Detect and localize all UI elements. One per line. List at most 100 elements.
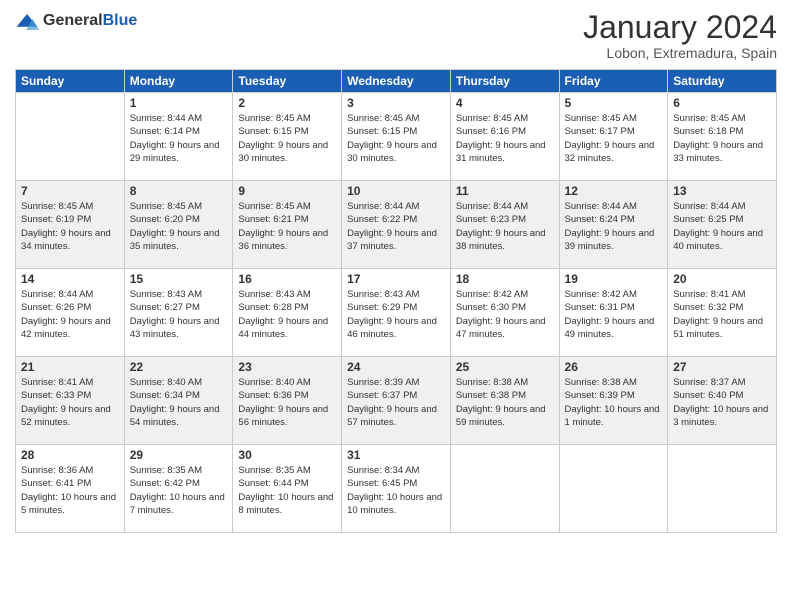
day-number: 30 [238, 448, 336, 462]
day-number: 5 [565, 96, 663, 110]
sunrise-text: Sunrise: 8:45 AM [347, 112, 445, 125]
page-container: GeneralBlue January 2024 Lobon, Extremad… [0, 0, 792, 612]
day-number: 23 [238, 360, 336, 374]
calendar-cell: 11 Sunrise: 8:44 AM Sunset: 6:23 PM Dayl… [450, 181, 559, 269]
sunrise-text: Sunrise: 8:44 AM [565, 200, 663, 213]
calendar-cell: 1 Sunrise: 8:44 AM Sunset: 6:14 PM Dayli… [124, 93, 233, 181]
calendar-cell: 5 Sunrise: 8:45 AM Sunset: 6:17 PM Dayli… [559, 93, 668, 181]
calendar-cell: 28 Sunrise: 8:36 AM Sunset: 6:41 PM Dayl… [16, 445, 125, 533]
day-number: 26 [565, 360, 663, 374]
sunrise-text: Sunrise: 8:38 AM [565, 376, 663, 389]
daylight-text: Daylight: 9 hours and 32 minutes. [565, 139, 663, 166]
calendar-cell: 31 Sunrise: 8:34 AM Sunset: 6:45 PM Dayl… [342, 445, 451, 533]
calendar-cell: 6 Sunrise: 8:45 AM Sunset: 6:18 PM Dayli… [668, 93, 777, 181]
sunrise-text: Sunrise: 8:45 AM [130, 200, 228, 213]
daylight-text: Daylight: 9 hours and 37 minutes. [347, 227, 445, 254]
daylight-text: Daylight: 10 hours and 8 minutes. [238, 491, 336, 518]
sunset-text: Sunset: 6:19 PM [21, 213, 119, 226]
daylight-text: Daylight: 10 hours and 7 minutes. [130, 491, 228, 518]
calendar-cell: 19 Sunrise: 8:42 AM Sunset: 6:31 PM Dayl… [559, 269, 668, 357]
calendar-table: Sunday Monday Tuesday Wednesday Thursday… [15, 69, 777, 533]
header-wednesday: Wednesday [342, 70, 451, 93]
sunrise-text: Sunrise: 8:45 AM [673, 112, 771, 125]
calendar-week-row: 1 Sunrise: 8:44 AM Sunset: 6:14 PM Dayli… [16, 93, 777, 181]
calendar-cell: 16 Sunrise: 8:43 AM Sunset: 6:28 PM Dayl… [233, 269, 342, 357]
sunset-text: Sunset: 6:20 PM [130, 213, 228, 226]
day-info: Sunrise: 8:44 AM Sunset: 6:23 PM Dayligh… [456, 200, 554, 253]
daylight-text: Daylight: 9 hours and 56 minutes. [238, 403, 336, 430]
calendar-cell: 29 Sunrise: 8:35 AM Sunset: 6:42 PM Dayl… [124, 445, 233, 533]
day-number: 20 [673, 272, 771, 286]
sunset-text: Sunset: 6:36 PM [238, 389, 336, 402]
sunrise-text: Sunrise: 8:44 AM [21, 288, 119, 301]
calendar-cell: 18 Sunrise: 8:42 AM Sunset: 6:30 PM Dayl… [450, 269, 559, 357]
day-info: Sunrise: 8:44 AM Sunset: 6:22 PM Dayligh… [347, 200, 445, 253]
day-info: Sunrise: 8:45 AM Sunset: 6:20 PM Dayligh… [130, 200, 228, 253]
calendar-cell: 30 Sunrise: 8:35 AM Sunset: 6:44 PM Dayl… [233, 445, 342, 533]
sunrise-text: Sunrise: 8:45 AM [21, 200, 119, 213]
sunrise-text: Sunrise: 8:43 AM [347, 288, 445, 301]
calendar-week-row: 21 Sunrise: 8:41 AM Sunset: 6:33 PM Dayl… [16, 357, 777, 445]
calendar-cell: 9 Sunrise: 8:45 AM Sunset: 6:21 PM Dayli… [233, 181, 342, 269]
sunrise-text: Sunrise: 8:35 AM [238, 464, 336, 477]
calendar-cell [559, 445, 668, 533]
daylight-text: Daylight: 10 hours and 5 minutes. [21, 491, 119, 518]
day-info: Sunrise: 8:37 AM Sunset: 6:40 PM Dayligh… [673, 376, 771, 429]
day-number: 7 [21, 184, 119, 198]
sunrise-text: Sunrise: 8:37 AM [673, 376, 771, 389]
header-tuesday: Tuesday [233, 70, 342, 93]
daylight-text: Daylight: 9 hours and 47 minutes. [456, 315, 554, 342]
calendar-cell: 3 Sunrise: 8:45 AM Sunset: 6:15 PM Dayli… [342, 93, 451, 181]
daylight-text: Daylight: 9 hours and 39 minutes. [565, 227, 663, 254]
sunset-text: Sunset: 6:29 PM [347, 301, 445, 314]
sunset-text: Sunset: 6:37 PM [347, 389, 445, 402]
day-info: Sunrise: 8:44 AM Sunset: 6:14 PM Dayligh… [130, 112, 228, 165]
daylight-text: Daylight: 9 hours and 33 minutes. [673, 139, 771, 166]
calendar-cell: 17 Sunrise: 8:43 AM Sunset: 6:29 PM Dayl… [342, 269, 451, 357]
calendar-cell: 10 Sunrise: 8:44 AM Sunset: 6:22 PM Dayl… [342, 181, 451, 269]
day-info: Sunrise: 8:43 AM Sunset: 6:27 PM Dayligh… [130, 288, 228, 341]
daylight-text: Daylight: 9 hours and 42 minutes. [21, 315, 119, 342]
sunset-text: Sunset: 6:31 PM [565, 301, 663, 314]
day-info: Sunrise: 8:43 AM Sunset: 6:29 PM Dayligh… [347, 288, 445, 341]
sunset-text: Sunset: 6:27 PM [130, 301, 228, 314]
day-info: Sunrise: 8:45 AM Sunset: 6:18 PM Dayligh… [673, 112, 771, 165]
calendar-week-row: 28 Sunrise: 8:36 AM Sunset: 6:41 PM Dayl… [16, 445, 777, 533]
sunset-text: Sunset: 6:41 PM [21, 477, 119, 490]
day-number: 17 [347, 272, 445, 286]
day-number: 4 [456, 96, 554, 110]
daylight-text: Daylight: 9 hours and 30 minutes. [238, 139, 336, 166]
day-info: Sunrise: 8:36 AM Sunset: 6:41 PM Dayligh… [21, 464, 119, 517]
calendar-week-row: 14 Sunrise: 8:44 AM Sunset: 6:26 PM Dayl… [16, 269, 777, 357]
daylight-text: Daylight: 9 hours and 30 minutes. [347, 139, 445, 166]
daylight-text: Daylight: 9 hours and 29 minutes. [130, 139, 228, 166]
daylight-text: Daylight: 9 hours and 59 minutes. [456, 403, 554, 430]
day-info: Sunrise: 8:44 AM Sunset: 6:26 PM Dayligh… [21, 288, 119, 341]
sunset-text: Sunset: 6:16 PM [456, 125, 554, 138]
day-info: Sunrise: 8:44 AM Sunset: 6:24 PM Dayligh… [565, 200, 663, 253]
day-number: 6 [673, 96, 771, 110]
calendar-cell: 27 Sunrise: 8:37 AM Sunset: 6:40 PM Dayl… [668, 357, 777, 445]
daylight-text: Daylight: 9 hours and 46 minutes. [347, 315, 445, 342]
day-number: 12 [565, 184, 663, 198]
day-number: 15 [130, 272, 228, 286]
sunrise-text: Sunrise: 8:36 AM [21, 464, 119, 477]
calendar-cell: 22 Sunrise: 8:40 AM Sunset: 6:34 PM Dayl… [124, 357, 233, 445]
daylight-text: Daylight: 9 hours and 40 minutes. [673, 227, 771, 254]
day-info: Sunrise: 8:44 AM Sunset: 6:25 PM Dayligh… [673, 200, 771, 253]
sunrise-text: Sunrise: 8:41 AM [21, 376, 119, 389]
sunrise-text: Sunrise: 8:44 AM [673, 200, 771, 213]
header: GeneralBlue January 2024 Lobon, Extremad… [15, 10, 777, 61]
sunset-text: Sunset: 6:22 PM [347, 213, 445, 226]
header-friday: Friday [559, 70, 668, 93]
calendar-cell: 12 Sunrise: 8:44 AM Sunset: 6:24 PM Dayl… [559, 181, 668, 269]
daylight-text: Daylight: 10 hours and 10 minutes. [347, 491, 445, 518]
logo-text: GeneralBlue [43, 12, 137, 30]
day-number: 2 [238, 96, 336, 110]
day-number: 21 [21, 360, 119, 374]
daylight-text: Daylight: 9 hours and 44 minutes. [238, 315, 336, 342]
logo-icon [15, 12, 39, 32]
header-thursday: Thursday [450, 70, 559, 93]
calendar-header-row: Sunday Monday Tuesday Wednesday Thursday… [16, 70, 777, 93]
day-info: Sunrise: 8:42 AM Sunset: 6:31 PM Dayligh… [565, 288, 663, 341]
